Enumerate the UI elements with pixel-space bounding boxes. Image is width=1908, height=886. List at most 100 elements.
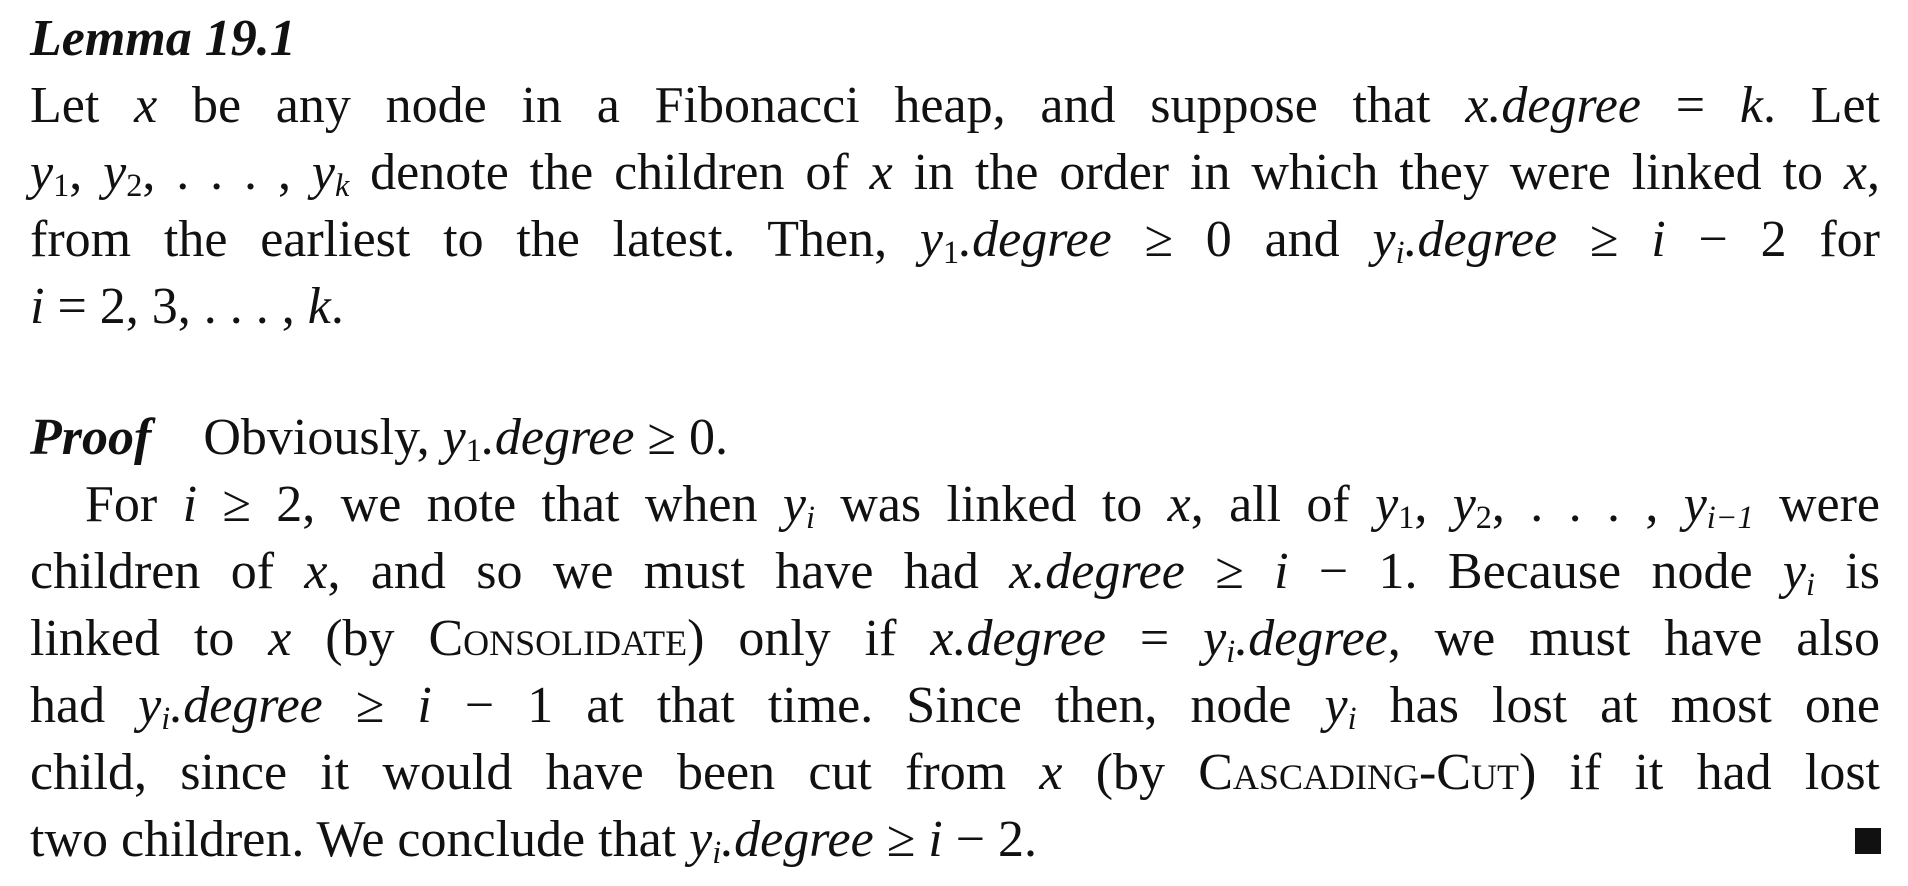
math-text: y <box>1452 476 1476 533</box>
math-text: i <box>928 811 943 868</box>
body-text: ≥ <box>873 811 929 868</box>
body-text: has lost at most one <box>1356 677 1880 734</box>
subscript: 1 <box>465 432 482 469</box>
proof-line: children of x, and so we must have had x… <box>30 538 1880 605</box>
body-text: in the order in which they were linked t… <box>892 144 1844 201</box>
proof-line: had yi.degree ≥ i − 1 at that time. Sinc… <box>30 672 1880 739</box>
math-text: x <box>1167 476 1191 533</box>
subscript: i−1 <box>1706 499 1754 536</box>
proof-title: Proof <box>30 409 152 466</box>
math-text: y <box>103 144 127 201</box>
lemma-block: Lemma 19.1 Let x be any node in a Fibona… <box>30 5 1880 340</box>
body-text: linked to <box>30 610 269 667</box>
math-text: k <box>307 278 331 335</box>
page: { "lemma": { "title": "Lemma 19.1", "lin… <box>0 0 1908 886</box>
subscript: i <box>1226 633 1236 670</box>
subscript: i <box>805 499 815 536</box>
body-text: child, since it would have been cut from <box>30 744 1040 801</box>
body-text: , and so we must have had <box>327 543 1010 600</box>
proof-line: two children. We conclude that yi.degree… <box>30 806 1880 873</box>
body-text: Let <box>30 77 135 134</box>
body-text: − 1 at that time. Since then, node <box>431 677 1325 734</box>
math-text: i <box>1274 543 1289 600</box>
body-text: , <box>1867 144 1881 201</box>
body-text: , we must have also <box>1387 610 1881 667</box>
body-text: , . . . , <box>1491 476 1684 533</box>
body-text: (by <box>291 610 429 667</box>
math-text: y <box>919 211 943 268</box>
subscript: i <box>712 834 722 871</box>
math-text: y <box>442 409 466 466</box>
body-text: ≥ 2, we note that when <box>197 476 783 533</box>
subscript: 2 <box>1475 499 1492 536</box>
math-text: y <box>30 144 54 201</box>
body-text: from the earliest to the latest. Then, <box>30 211 920 268</box>
procedure-name: Cascading-Cut <box>1198 744 1519 801</box>
body-text: , all of <box>1190 476 1376 533</box>
math-text: i <box>30 278 45 335</box>
math-text: .degree <box>170 677 323 734</box>
lemma-heading: Lemma 19.1 <box>30 5 1880 72</box>
body-text: ) only if <box>687 610 931 667</box>
math-text: y <box>1324 677 1348 734</box>
math-text: .degree <box>1235 610 1388 667</box>
body-text: . <box>330 278 344 335</box>
body-text: = <box>1106 610 1204 667</box>
body-text: . Let <box>1762 77 1881 134</box>
proof-line: linked to x (by Consolidate) only if x.d… <box>30 605 1880 672</box>
body-text: = <box>1640 77 1740 134</box>
subscript: 1 <box>1398 499 1415 536</box>
math-text: y <box>138 677 162 734</box>
math-text: x.degree <box>1009 543 1185 600</box>
math-text: i <box>417 677 432 734</box>
body-text: ≥ <box>322 677 418 734</box>
body-text: ≥ <box>1184 543 1275 600</box>
body-text: , <box>1414 476 1453 533</box>
body-text: For <box>85 476 183 533</box>
body-text: ≥ 0. <box>634 409 728 466</box>
math-text: x <box>1843 144 1868 201</box>
math-text: .degree <box>721 811 874 868</box>
qed-square-icon <box>1855 828 1881 854</box>
math-text: i <box>182 476 198 533</box>
lemma-line: Let x be any node in a Fibonacci heap, a… <box>30 72 1880 139</box>
body-text: ≥ 0 and <box>1111 211 1373 268</box>
body-text: − 2. <box>942 811 1038 868</box>
math-text: .degree <box>959 211 1112 268</box>
lemma-line: from the earliest to the latest. Then, y… <box>30 206 1880 273</box>
body-text: children of <box>30 543 305 600</box>
body-text: denote the children of <box>349 144 870 201</box>
subscript: 1 <box>53 167 70 204</box>
proof-line: For i ≥ 2, we note that when yi was link… <box>30 471 1880 538</box>
math-text: y <box>1375 476 1399 533</box>
math-text: y <box>1372 211 1396 268</box>
proof-line: Obviously, y1.degree ≥ 0. <box>203 409 728 466</box>
math-text: y <box>689 811 713 868</box>
body-text: − 1. Because node <box>1288 543 1783 600</box>
body-text: − 2 for <box>1665 211 1880 268</box>
body-text: Obviously, <box>203 409 443 466</box>
body-text: ≥ <box>1557 211 1652 268</box>
body-text: is <box>1814 543 1880 600</box>
proof-block: Proof Obviously, y1.degree ≥ 0. For i ≥ 2… <box>30 404 1880 873</box>
proof-line: child, since it would have been cut from… <box>30 739 1880 806</box>
math-text: x <box>869 144 893 201</box>
body-text: (by <box>1062 744 1199 801</box>
math-text: y <box>311 144 335 201</box>
body-text: = 2, 3, . . . , <box>44 278 308 335</box>
body-text: be any node in a Fibonacci heap, and sup… <box>157 77 1466 134</box>
subscript: 2 <box>126 167 143 204</box>
math-text: x <box>134 77 158 134</box>
subscript: i <box>1395 234 1405 271</box>
math-text: y <box>782 476 806 533</box>
subscript: k <box>334 167 350 204</box>
math-text: x.degree <box>1465 77 1641 134</box>
body-text: , . . . , <box>142 144 312 201</box>
math-text: y <box>1782 543 1806 600</box>
body-text: ) if it had lost <box>1518 744 1880 801</box>
proof-first-line: Proof Obviously, y1.degree ≥ 0. <box>30 404 1880 471</box>
math-text: x <box>1039 744 1063 801</box>
lemma-line: i = 2, 3, . . . , k. <box>30 273 1880 340</box>
math-text: .degree <box>1404 211 1558 268</box>
subscript: i <box>1347 700 1357 737</box>
